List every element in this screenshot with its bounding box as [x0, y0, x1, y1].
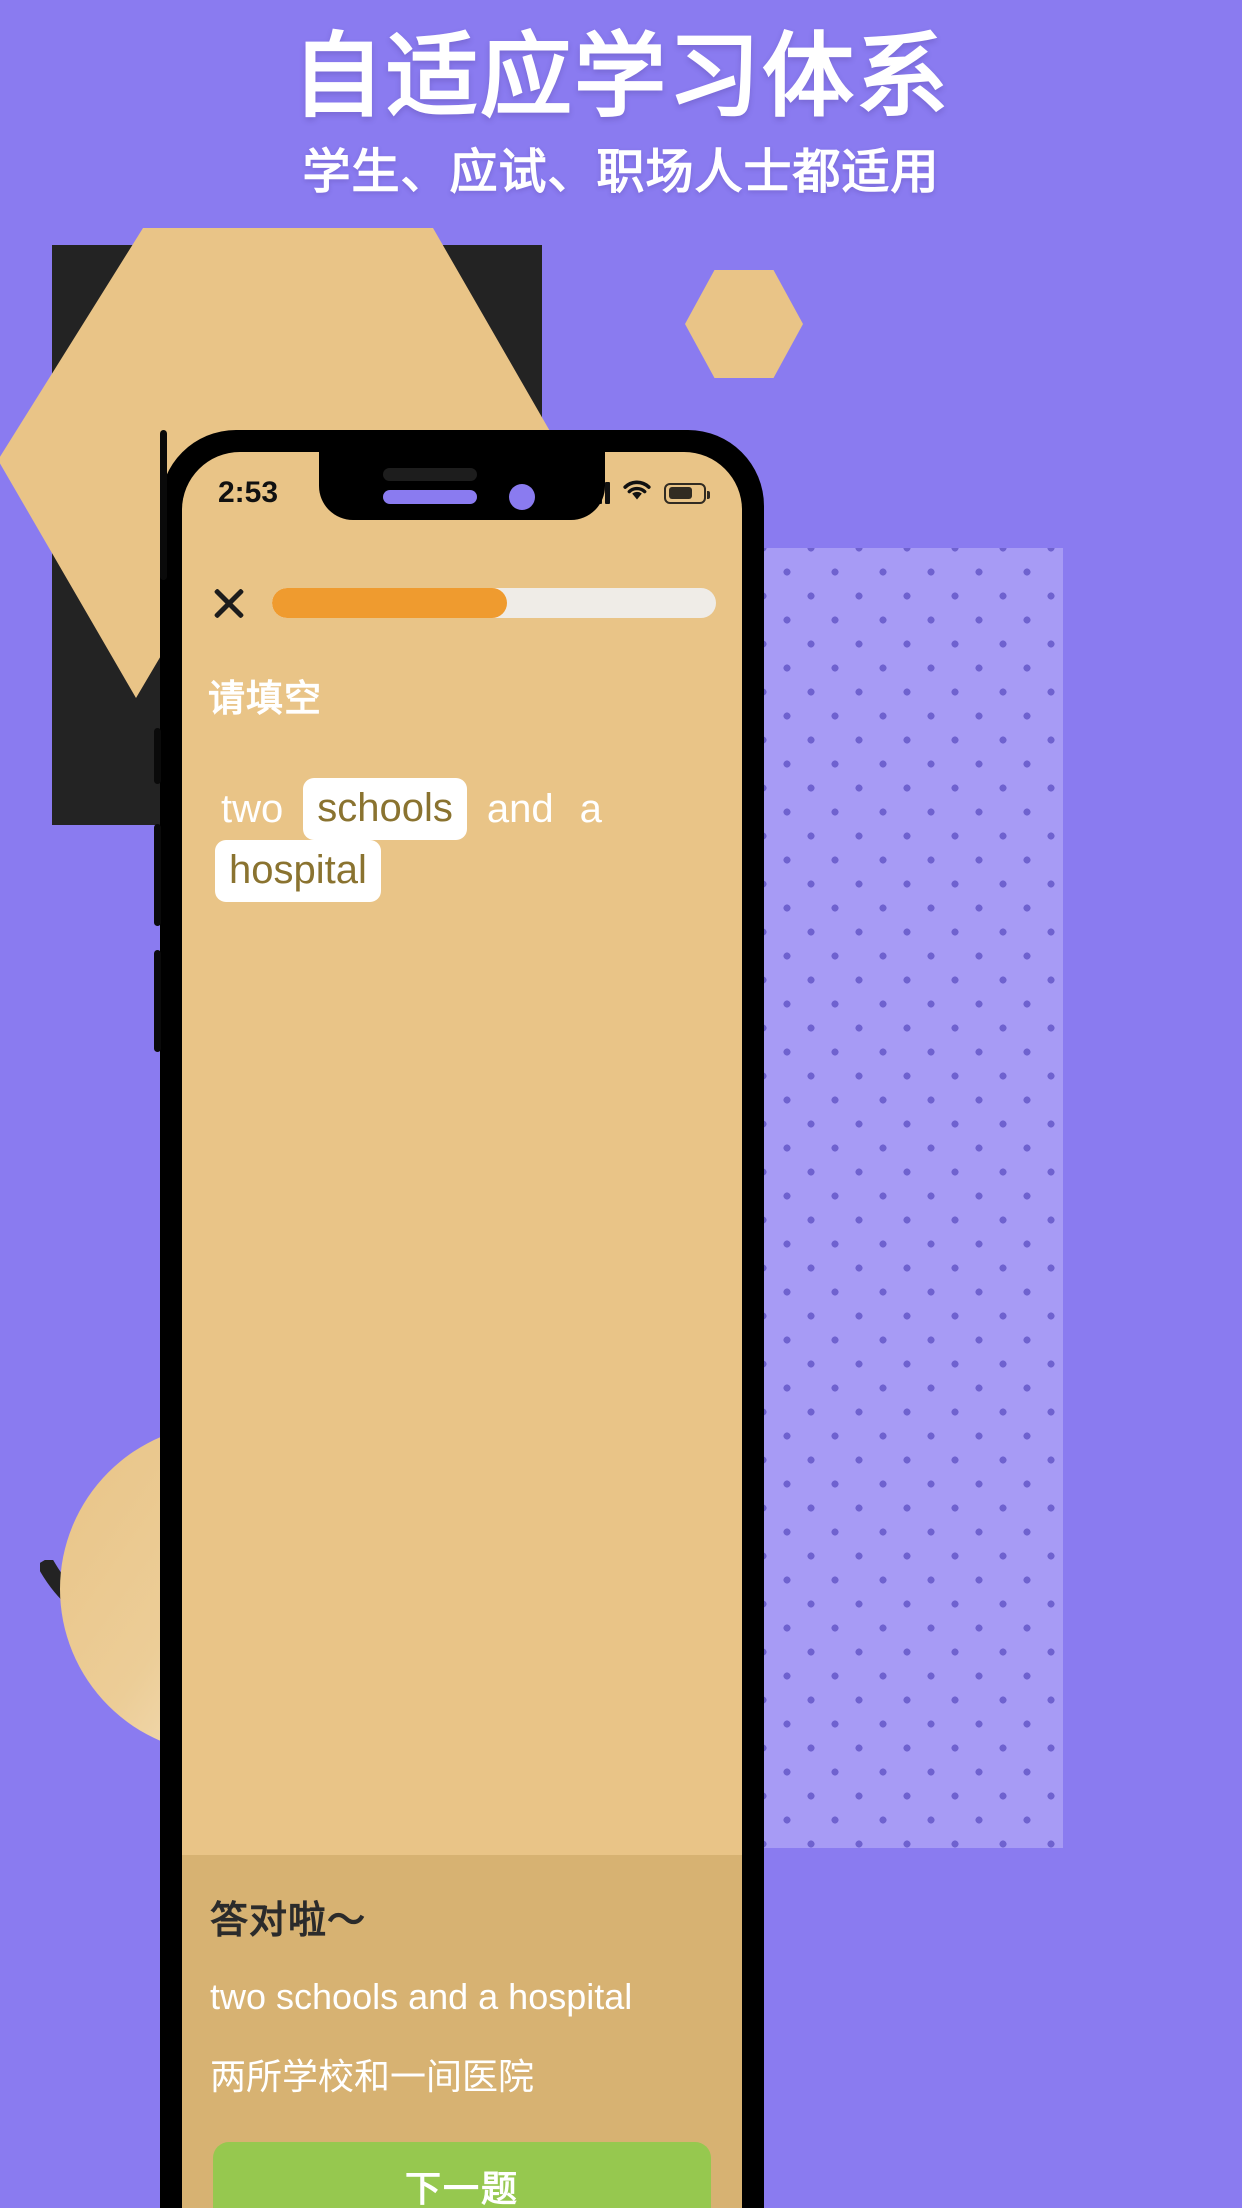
- sentence-answer-chip[interactable]: schools: [303, 778, 467, 840]
- progress-bar-fill: [272, 588, 508, 618]
- sentence-word: a: [579, 787, 602, 831]
- close-x-icon[interactable]: [208, 582, 250, 624]
- status-time: 2:53: [218, 476, 279, 509]
- phone-volume-up-button[interactable]: [154, 824, 161, 926]
- poster-canvas: 自适应学习体系 学生、应试、职场人士都适用 2:53 请填空 two schoo…: [0, 0, 1242, 2208]
- page-subtitle: 学生、应试、职场人士都适用: [302, 146, 940, 199]
- phone-volume-down-button[interactable]: [154, 950, 161, 1052]
- phone-power-button[interactable]: [160, 430, 167, 580]
- decor-dotted-panel: [763, 548, 1063, 1848]
- quiz-topbar: [182, 520, 742, 624]
- feedback-answer-english: two schools and a hospital: [210, 1976, 633, 2017]
- speaker-grille-icon: [383, 468, 477, 481]
- phone-screen: 2:53 请填空 two schools and a hospital 答对啦～…: [182, 452, 742, 2208]
- sentence-answer-chip[interactable]: hospital: [215, 840, 381, 902]
- phone-notch: [319, 452, 605, 520]
- decor-small-hexagon: [685, 270, 803, 378]
- feedback-panel: 答对啦～ two schools and a hospital 两所学校和一间医…: [182, 1855, 742, 2208]
- quiz-sentence: two schools and a hospital: [182, 722, 742, 902]
- feedback-title: 答对啦～: [210, 1900, 367, 1942]
- sentence-word: and: [486, 787, 554, 831]
- phone-mute-switch[interactable]: [154, 728, 161, 784]
- wifi-icon-svg: [623, 480, 651, 500]
- quiz-prompt: 请填空: [208, 678, 322, 719]
- feedback-answer-chinese: 两所学校和一间医院: [210, 2056, 535, 2097]
- sentence-word: two: [221, 787, 284, 831]
- front-camera-icon: [509, 484, 535, 510]
- speaker-grille-accent-icon: [383, 490, 477, 504]
- quiz-screen: 请填空 two schools and a hospital 答对啦～ two …: [182, 520, 742, 2208]
- screen-spacer: [182, 902, 742, 1855]
- phone-mockup: 2:53 请填空 two schools and a hospital 答对啦～…: [154, 430, 764, 2208]
- next-question-button[interactable]: 下一题: [213, 2142, 711, 2208]
- battery-icon: [664, 482, 710, 504]
- progress-bar: [272, 588, 716, 618]
- wifi-icon: [623, 480, 651, 506]
- page-title: 自适应学习体系: [291, 26, 950, 128]
